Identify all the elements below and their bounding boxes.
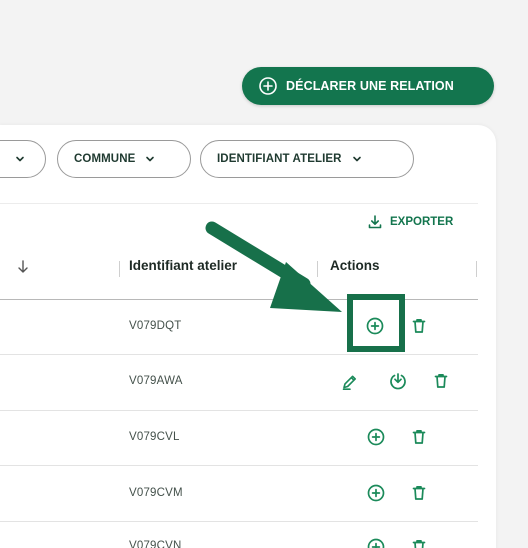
add-circle-icon[interactable] [366,427,386,447]
cell-identifiant: V079DQT [129,320,182,332]
export-label: EXPORTER [390,216,454,228]
download-circle-icon[interactable] [388,371,408,391]
annotation-arrow-icon [205,221,342,312]
cell-identifiant: V079AWA [129,375,183,387]
add-circle-icon[interactable] [366,537,386,548]
declare-relation-button[interactable]: DÉCLARER UNE RELATION [242,67,494,105]
filter-identifiant-atelier[interactable]: IDENTIFIANT ATELIER [200,140,414,178]
row-divider [0,410,478,411]
trash-icon[interactable] [409,483,429,503]
column-separator [119,261,120,277]
trash-icon[interactable] [409,537,429,548]
filter-identifiant-atelier-label: IDENTIFIANT ATELIER [217,153,342,165]
chevron-down-icon [145,154,155,164]
export-button[interactable]: EXPORTER [367,214,453,230]
declare-relation-label: DÉCLARER UNE RELATION [286,79,454,93]
chevron-down-icon [352,154,362,164]
trash-icon[interactable] [431,371,451,391]
cell-identifiant: V079CVN [129,540,182,548]
edit-pencil-icon[interactable] [340,372,360,392]
column-separator [476,261,477,277]
cell-identifiant: V079CVL [129,431,180,443]
sort-arrow-down-icon[interactable] [17,260,29,274]
add-circle-icon[interactable] [366,483,386,503]
filter-commune-label: COMMUNE [74,153,136,165]
row-divider [0,465,478,466]
row-divider [0,354,478,355]
cell-identifiant: V079CVM [129,487,183,499]
filter-chip-partial[interactable] [0,140,46,178]
download-icon [367,214,383,230]
trash-icon[interactable] [409,427,429,447]
trash-icon[interactable] [409,316,429,336]
row-divider [0,521,478,522]
chevron-down-icon [15,154,25,164]
filters-divider [0,203,478,204]
filter-commune[interactable]: COMMUNE [57,140,191,178]
plus-circle-icon [258,76,278,96]
